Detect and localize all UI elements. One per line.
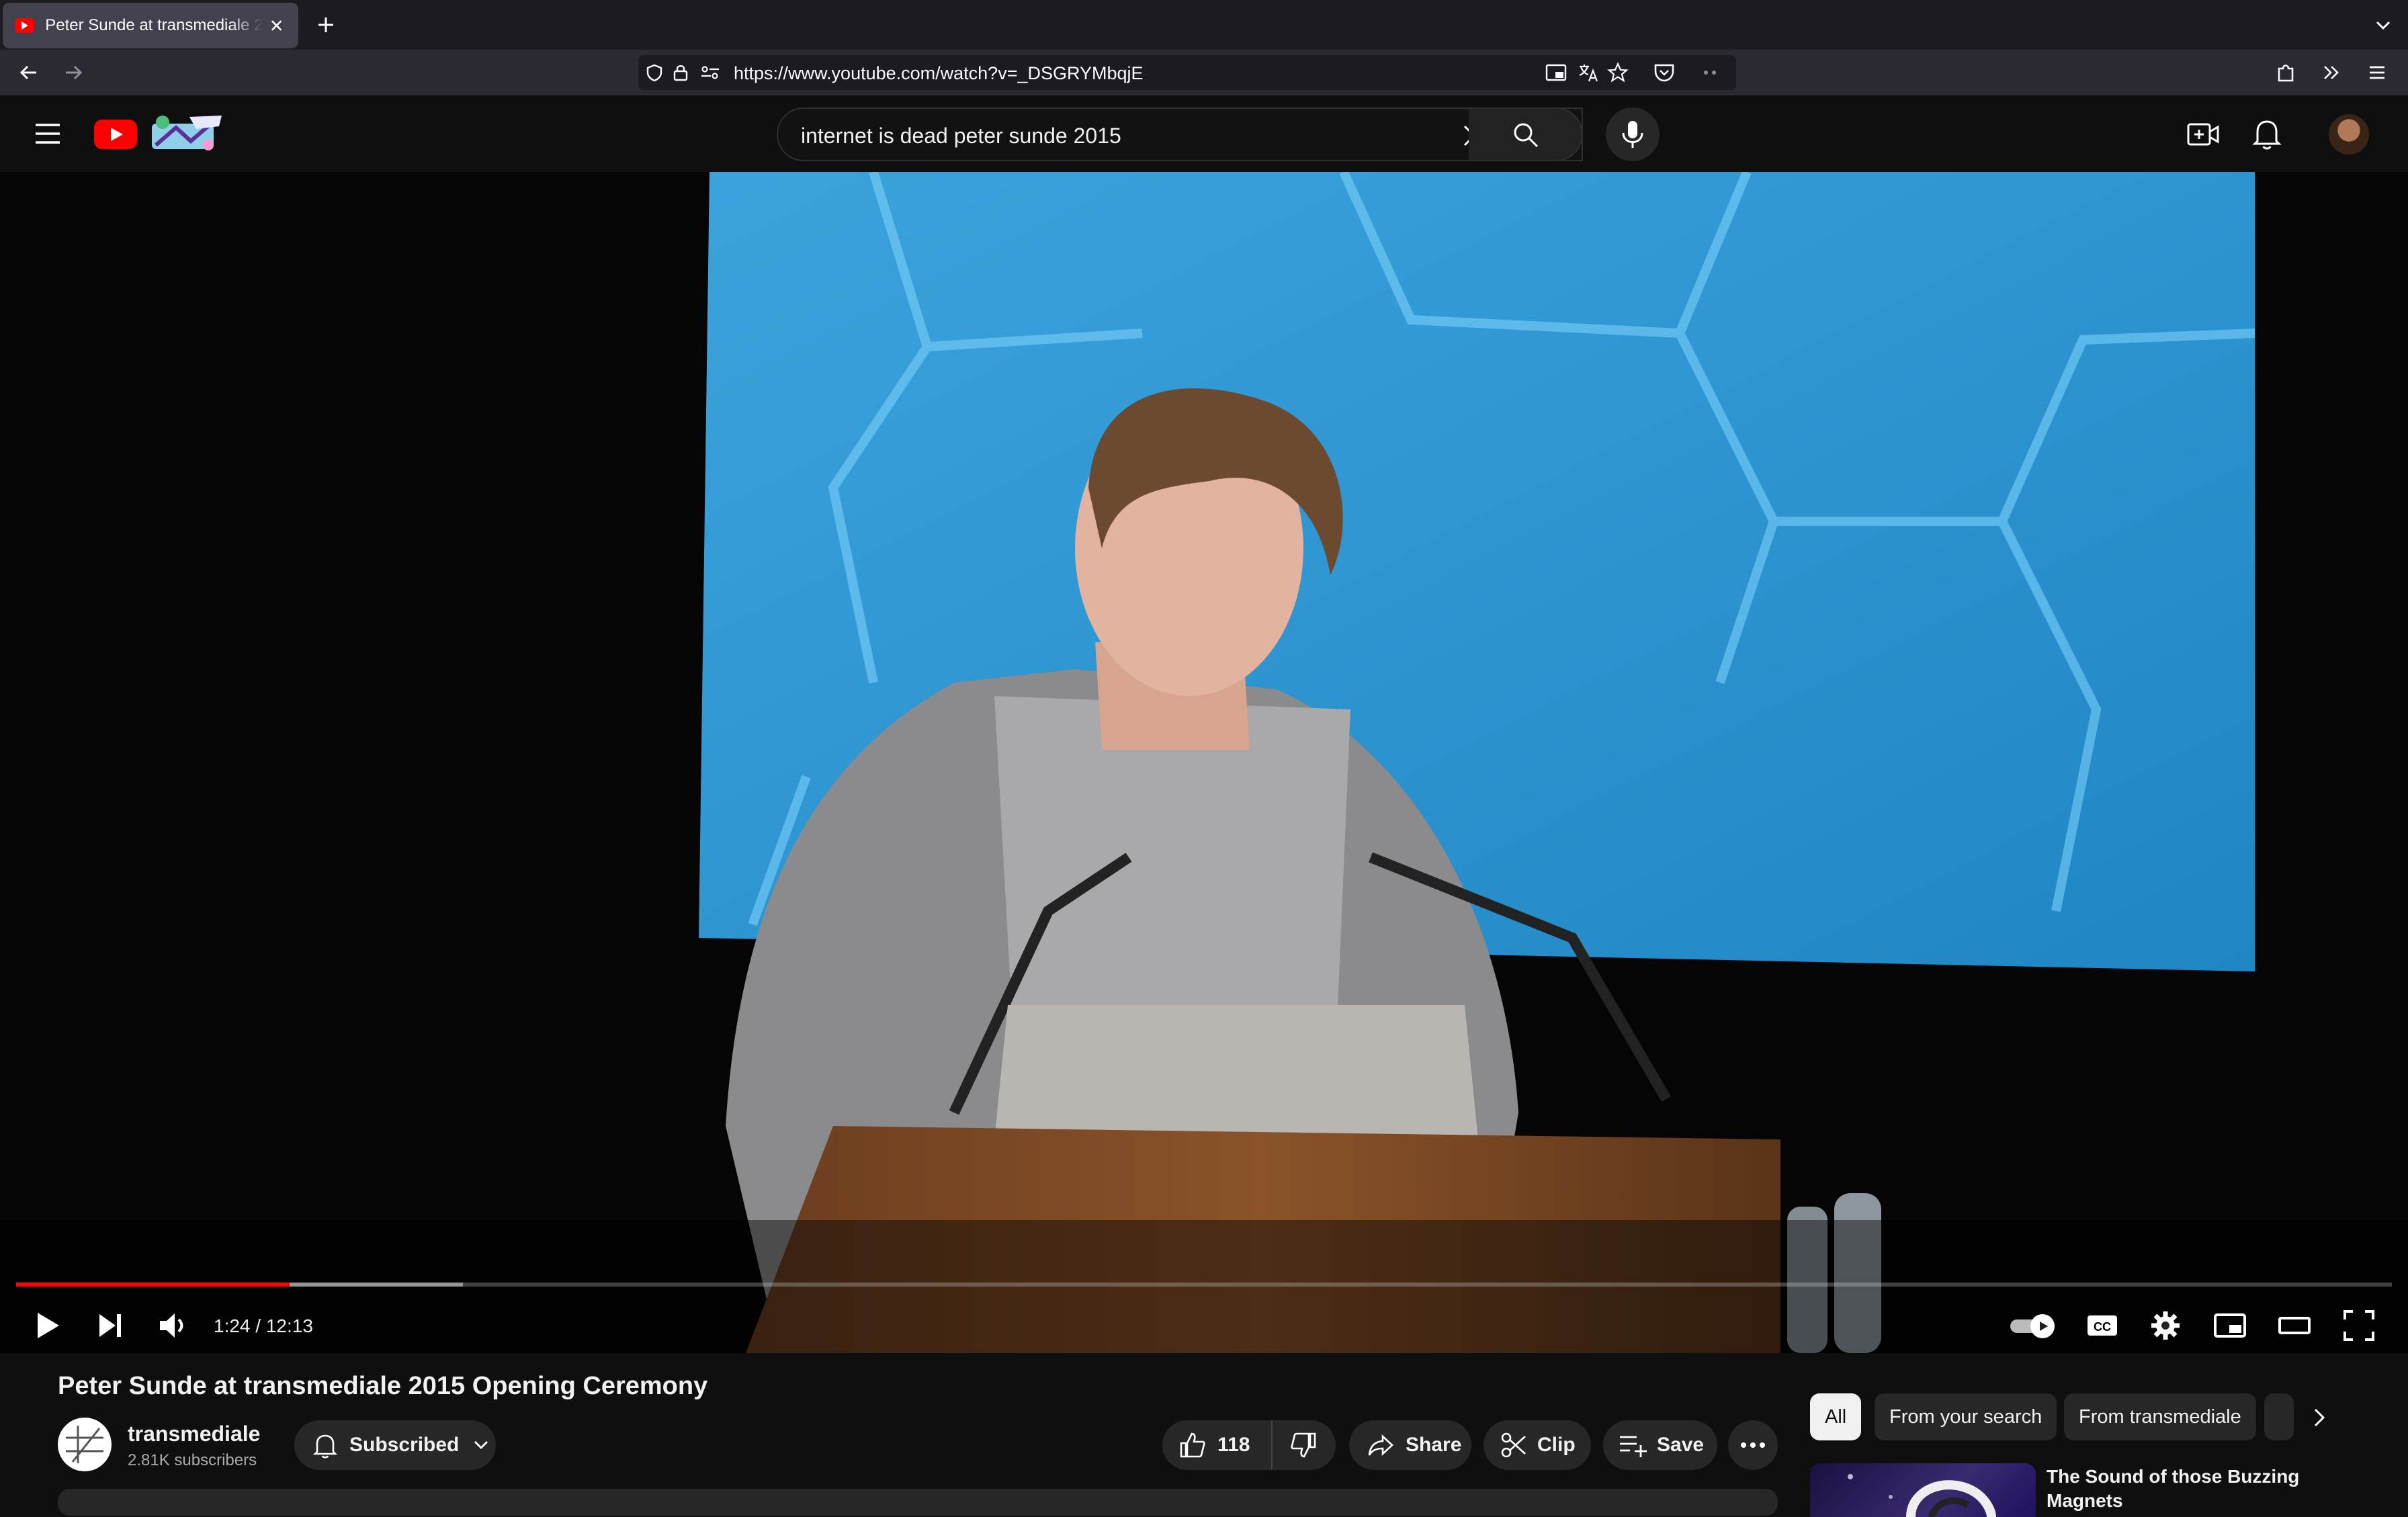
recommendation-title[interactable]: The Sound of those Buzzing Magnets bbox=[2047, 1465, 2369, 1513]
back-arrow-icon[interactable] bbox=[16, 60, 40, 85]
player-controls: 1:24 / 12:13 CC bbox=[0, 1301, 2408, 1348]
channel-name[interactable]: transmediale bbox=[128, 1422, 260, 1446]
channel-avatar[interactable] bbox=[58, 1418, 112, 1471]
volume-icon[interactable] bbox=[155, 1307, 191, 1344]
progress-played bbox=[16, 1283, 290, 1287]
fullscreen-icon[interactable] bbox=[2341, 1307, 2377, 1344]
bookmark-star-icon[interactable] bbox=[1607, 62, 1629, 83]
tab-title: Peter Sunde at transmediale 2015 Opening… bbox=[45, 16, 263, 34]
search-query-text: internet is dead peter sunde 2015 bbox=[801, 124, 1121, 148]
thumbs-down-icon bbox=[1291, 1432, 1316, 1458]
video-frame bbox=[0, 172, 2408, 1353]
browser-tab-strip: Peter Sunde at transmediale 2015 Opening… bbox=[0, 0, 2408, 50]
play-icon[interactable] bbox=[30, 1307, 66, 1344]
theater-mode-icon[interactable] bbox=[2276, 1307, 2313, 1344]
subscribed-label: Subscribed bbox=[349, 1434, 460, 1456]
save-playlist-icon bbox=[1620, 1436, 1647, 1457]
forward-arrow-icon[interactable] bbox=[62, 60, 86, 85]
address-bar[interactable]: https://www.youtube.com/watch?v=_DSGRYMb… bbox=[638, 55, 1736, 90]
filter-chip-from-channel[interactable]: From transmediale bbox=[2064, 1393, 2256, 1440]
chevron-right-icon[interactable] bbox=[2306, 1404, 2333, 1431]
list-all-tabs-icon[interactable] bbox=[2373, 15, 2393, 35]
filter-chip-from-search[interactable]: From your search bbox=[1875, 1393, 2057, 1440]
browser-navigation-bar: https://www.youtube.com/watch?v=_DSGRYMb… bbox=[0, 50, 2408, 95]
share-label: Share bbox=[1406, 1434, 1462, 1456]
hamburger-menu-icon[interactable] bbox=[34, 121, 62, 146]
thumbnail-image bbox=[1848, 1474, 1996, 1517]
autoplay-toggle[interactable] bbox=[2010, 1314, 2057, 1338]
shield-icon[interactable] bbox=[645, 63, 664, 82]
browser-tab[interactable]: Peter Sunde at transmediale 2015 Opening… bbox=[3, 3, 298, 48]
microphone-icon bbox=[1622, 121, 1643, 148]
notifications-bell-icon[interactable] bbox=[2252, 118, 2282, 150]
chevron-down-icon bbox=[474, 1441, 488, 1449]
subscriber-count: 2.81K subscribers bbox=[128, 1451, 257, 1469]
more-actions-button[interactable] bbox=[1728, 1420, 1778, 1470]
url-text: https://www.youtube.com/watch?v=_DSGRYMb… bbox=[734, 63, 1144, 83]
save-label: Save bbox=[1657, 1434, 1705, 1456]
captions-icon[interactable]: CC bbox=[2084, 1307, 2120, 1344]
like-count: 118 bbox=[1217, 1434, 1250, 1456]
search-icon bbox=[1514, 123, 1539, 148]
clip-label: Clip bbox=[1537, 1434, 1576, 1456]
next-video-icon[interactable] bbox=[91, 1307, 128, 1344]
search-button[interactable] bbox=[1469, 107, 1583, 161]
extensions-puzzle-icon[interactable] bbox=[2274, 60, 2298, 85]
clip-button[interactable]: Clip bbox=[1484, 1420, 1591, 1470]
filter-chip-all[interactable]: All bbox=[1810, 1393, 1862, 1440]
voice-search-button[interactable] bbox=[1606, 107, 1660, 161]
more-horizontal-icon bbox=[1741, 1442, 1765, 1448]
youtube-masthead: internet is dead peter sunde 2015 bbox=[0, 95, 2408, 172]
tab-close-icon[interactable] bbox=[267, 15, 286, 36]
save-button[interactable]: Save bbox=[1603, 1420, 1717, 1470]
user-avatar[interactable] bbox=[2329, 114, 2369, 155]
translate-icon[interactable] bbox=[1578, 62, 1599, 83]
like-dislike-group: 118 bbox=[1162, 1420, 1336, 1470]
transmediale-logo-icon bbox=[59, 1419, 110, 1470]
lock-icon[interactable] bbox=[672, 63, 689, 82]
share-arrow-icon bbox=[1368, 1434, 1393, 1456]
new-tab-icon[interactable] bbox=[313, 12, 339, 38]
miniplayer-icon[interactable] bbox=[2212, 1307, 2248, 1344]
video-player[interactable]: 1:24 / 12:13 CC bbox=[0, 172, 2408, 1353]
permissions-icon[interactable] bbox=[700, 64, 720, 81]
youtube-logo[interactable] bbox=[94, 112, 228, 156]
dislike-button[interactable] bbox=[1273, 1420, 1334, 1470]
youtube-play-logo-icon bbox=[94, 120, 137, 149]
progress-bar[interactable] bbox=[16, 1283, 2392, 1287]
autoplay-play-icon bbox=[2040, 1321, 2048, 1331]
notification-bell-icon bbox=[312, 1434, 338, 1459]
scissors-icon bbox=[1501, 1432, 1526, 1458]
like-button[interactable]: 118 bbox=[1162, 1420, 1273, 1470]
app-menu-icon[interactable] bbox=[2365, 60, 2389, 85]
pocket-icon[interactable] bbox=[1653, 62, 1676, 83]
description-box[interactable] bbox=[58, 1489, 1778, 1516]
recommendation-thumbnail[interactable] bbox=[1810, 1463, 2036, 1517]
thumbs-up-icon bbox=[1180, 1432, 1205, 1458]
filter-chip-partial[interactable] bbox=[2264, 1393, 2294, 1440]
extension-dots-icon[interactable] bbox=[1700, 64, 1720, 81]
youtube-favicon-icon bbox=[15, 18, 35, 33]
svg-text:CC: CC bbox=[2094, 1320, 2111, 1334]
share-button[interactable]: Share bbox=[1349, 1420, 1471, 1470]
youtube-doodle-logo-icon bbox=[152, 116, 222, 150]
overflow-chevrons-icon[interactable] bbox=[2319, 60, 2344, 85]
settings-gear-icon[interactable] bbox=[2147, 1307, 2184, 1344]
create-video-icon[interactable] bbox=[2186, 120, 2220, 149]
time-display: 1:24 / 12:13 bbox=[214, 1315, 313, 1336]
picture-in-picture-icon[interactable] bbox=[1545, 63, 1567, 82]
video-title: Peter Sunde at transmediale 2015 Opening… bbox=[58, 1372, 708, 1400]
subscribed-button[interactable]: Subscribed bbox=[294, 1420, 496, 1470]
